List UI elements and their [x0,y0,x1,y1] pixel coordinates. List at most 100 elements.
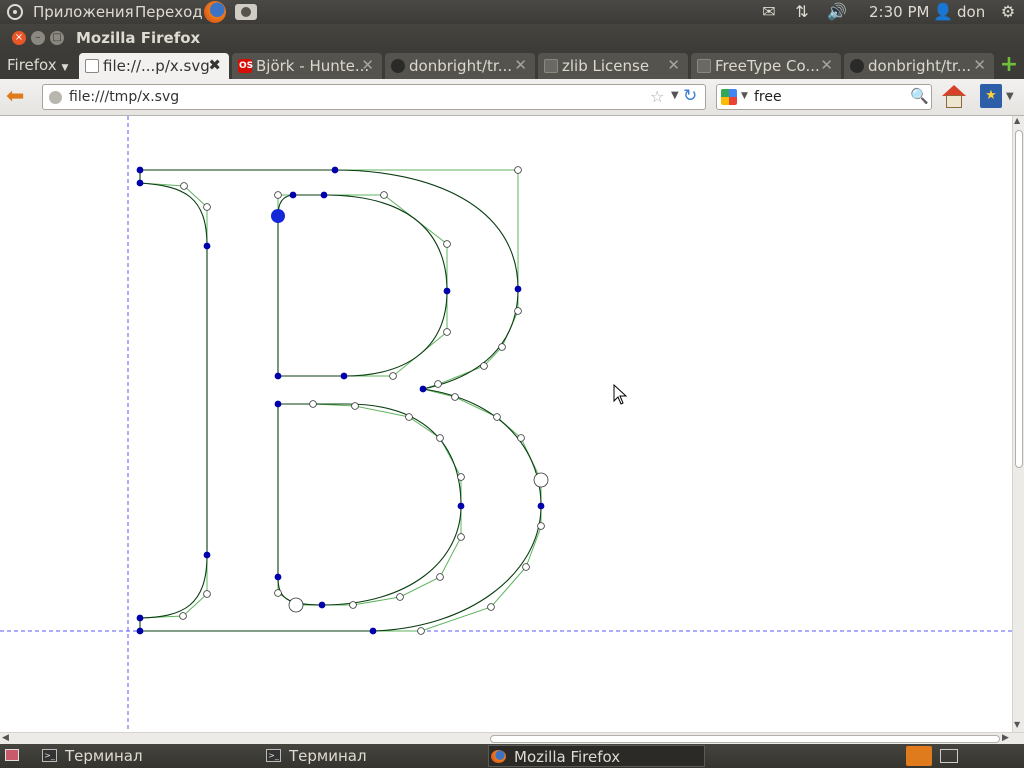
github-icon [850,59,864,73]
tab-x-svg[interactable]: file://...p/x.svg ✖ [79,53,229,79]
workspace-1-icon[interactable] [906,746,932,766]
volume-icon[interactable]: 🔊 [826,2,848,22]
network-icon[interactable]: ⇅ [791,2,813,22]
control-polygon-1 [139,555,208,619]
url-history-dropdown-icon[interactable]: ▼ [671,90,679,101]
reload-icon[interactable]: ↻ [683,86,697,106]
bookmark-star-icon[interactable]: ☆ [650,87,664,106]
vertical-scrollbar[interactable]: ▲ ▼ [1012,116,1024,732]
back-arrow-icon[interactable]: ⬅ [6,85,30,109]
tab-label: donbright/tr... [409,57,513,75]
off-curve-point [349,601,357,609]
google-icon[interactable] [721,89,737,105]
task-firefox[interactable]: Mozilla Firefox [488,745,705,767]
tab-zlib-license[interactable]: zlib License ✕ [538,53,688,79]
close-tab-icon[interactable]: ✖ [208,56,221,74]
new-tab-button[interactable]: + [997,54,1021,77]
firefox-menu-label: Firefox [7,56,57,74]
search-bar[interactable]: ▼ 🔍 [716,84,932,110]
close-tab-icon[interactable]: ✕ [361,56,374,74]
off-curve-point [480,362,488,370]
glyph-outline-svg [0,116,1012,732]
search-input[interactable] [754,88,904,106]
tab-freetype[interactable]: FreeType Co... ✕ [691,53,841,79]
on-curve-point [419,385,427,393]
close-tab-icon[interactable]: ✕ [514,56,527,74]
tab-donbright-1[interactable]: donbright/tr... ✕ [385,53,535,79]
on-curve-point [457,502,465,510]
off-curve-point [203,203,211,211]
mail-icon[interactable]: ✉ [758,2,780,22]
firefox-launcher-icon[interactable] [204,1,226,23]
tab-label: donbright/tr... [868,57,972,75]
user-menu[interactable]: don [957,3,985,21]
off-curve-point [436,434,444,442]
on-curve-point [274,372,282,380]
close-tab-icon[interactable]: ✕ [973,56,986,74]
home-icon[interactable] [941,84,967,110]
terminal-icon: >_ [266,749,281,762]
vertical-scroll-thumb[interactable] [1015,130,1023,468]
search-icon[interactable]: 🔍 [910,87,929,105]
on-curve-point [289,191,297,199]
control-polygon-8 [344,291,448,377]
window-titlebar: × – □ Mozilla Firefox [0,24,1024,52]
globe-icon [49,91,62,104]
upper-counter-contour [277,194,448,377]
on-curve-point [318,601,326,609]
guide-lines [0,116,1012,732]
mouse-pointer-arrow [613,383,628,405]
lastfm-icon: OS [238,59,254,73]
firefox-icon [491,750,506,763]
scroll-right-icon[interactable]: ▶ [1002,733,1009,743]
outer-contour [139,169,542,632]
bookmarks-dropdown-icon[interactable]: ▼ [1006,91,1014,102]
scroll-up-icon[interactable]: ▲ [1014,116,1020,125]
scroll-down-icon[interactable]: ▼ [1014,720,1020,729]
horizontal-scrollbar[interactable]: ◀ ▶ [0,732,1024,744]
maximize-window-button[interactable]: □ [50,31,64,45]
url-input[interactable] [69,88,649,106]
screenshot-launcher-icon[interactable] [235,4,257,20]
show-desktop-icon[interactable] [5,749,19,761]
off-curve-point [436,573,444,581]
workspace-2-icon[interactable] [940,749,958,763]
tab-donbright-2[interactable]: donbright/tr... ✕ [844,53,994,79]
firefox-menu-button[interactable]: Firefox ▼ [7,56,68,74]
close-tab-icon[interactable]: ✕ [667,56,680,74]
bookmarks-icon[interactable]: ★ [980,84,1002,108]
on-curve-point [514,285,522,293]
session-gear-icon[interactable]: ⚙ [997,2,1019,22]
applications-menu[interactable]: Приложения [33,3,134,21]
close-tab-icon[interactable]: ✕ [820,56,833,74]
off-curve-point [351,402,359,410]
tab-label: file://...p/x.svg [103,57,210,75]
off-curve-point [457,533,465,541]
glyph-outlines [139,169,542,632]
minimize-window-button[interactable]: – [31,31,45,45]
control-polygon-10 [322,506,462,606]
mouse-cursor-icon [613,383,628,405]
control-polygons [139,169,542,632]
ubuntu-logo-icon[interactable] [7,4,23,20]
task-terminal-1[interactable]: >_ Терминал [40,745,255,767]
url-bar[interactable]: ☆ ▼ ↻ [42,84,706,110]
off-curve-point [389,372,397,380]
on-curve-point [320,191,328,199]
scroll-left-icon[interactable]: ◀ [2,733,9,743]
off-curve-point [274,589,282,597]
close-window-button[interactable]: × [12,31,26,45]
page-content [0,116,1012,732]
contour-start-marker [533,472,549,488]
off-curve-point [537,522,545,530]
tab-bar: Firefox ▼ file://...p/x.svg ✖ OS Björk -… [0,52,1024,79]
task-terminal-2[interactable]: >_ Терминал [264,745,479,767]
terminal-icon: >_ [42,749,57,762]
clock[interactable]: 2:30 PM [869,3,929,21]
search-engine-dropdown-icon[interactable]: ▼ [741,91,748,101]
places-menu[interactable]: Переход [135,3,203,21]
off-curve-point [180,182,188,190]
tab-bjork[interactable]: OS Björk - Hunte... ✕ [232,53,382,79]
horizontal-scroll-thumb[interactable] [490,735,1000,743]
off-curve-point [451,393,459,401]
